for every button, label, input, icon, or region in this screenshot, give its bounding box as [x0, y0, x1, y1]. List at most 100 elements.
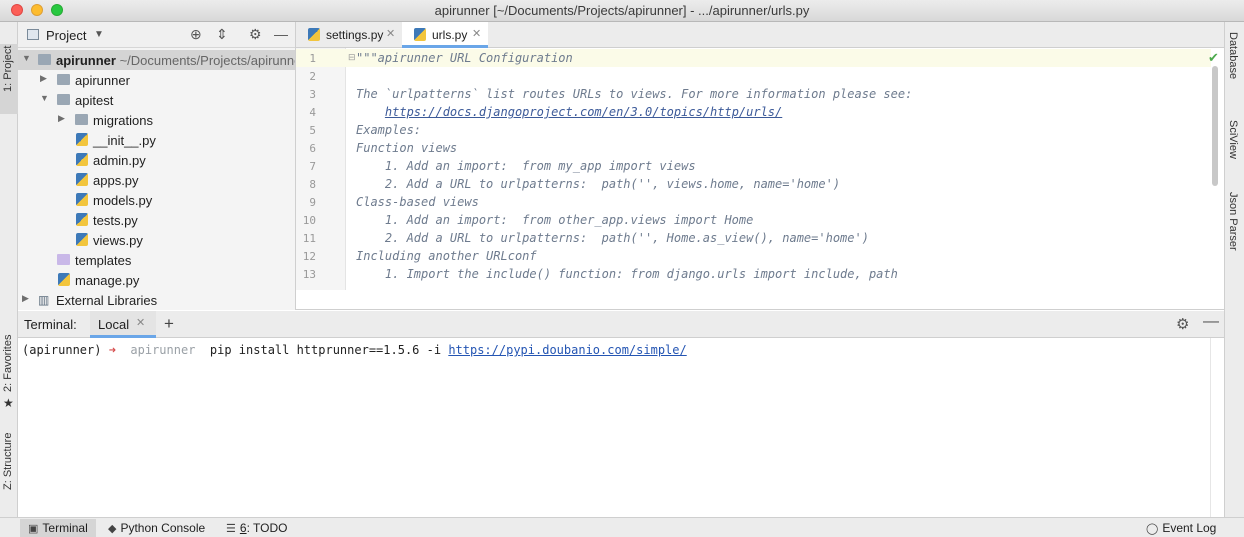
statusbar-event-log-button[interactable]: ◯ Event Log [1146, 521, 1216, 535]
tree-item-root[interactable]: ▼ apirunner ~/Documents/Projects/apirunn… [18, 50, 295, 70]
code-editor[interactable]: ⊟ 1 """apirunner URL Configuration 2 3 T… [296, 48, 1224, 290]
template-folder-icon [57, 254, 70, 265]
line-number: 8 [309, 178, 316, 191]
terminal-tab-local[interactable]: Local ✕ [90, 311, 156, 338]
tree-item-views-py[interactable]: views.py [18, 230, 295, 250]
tool-tab-favorites[interactable]: 2: Favorites ★ [0, 322, 18, 412]
statusbar-terminal-button[interactable]: ▣ Terminal [20, 519, 96, 537]
docs-link[interactable]: https://docs.djangoproject.com/en/3.0/to… [385, 105, 782, 119]
close-icon[interactable]: ✕ [472, 27, 481, 40]
speech-bubble-icon: ◯ [1146, 523, 1159, 535]
tool-tab-structure[interactable]: Z: Structure [0, 426, 18, 516]
tree-item-tests-py[interactable]: tests.py [18, 210, 295, 230]
project-view-selector[interactable]: Project [46, 28, 86, 43]
python-file-icon [76, 213, 88, 226]
command-url-link[interactable]: https://pypi.doubanio.com/simple/ [448, 343, 686, 357]
prompt-env: (apirunner) [22, 343, 102, 357]
code-line: Including another URLconf [356, 249, 537, 263]
collapsed-arrow-icon[interactable]: ▶ [58, 113, 65, 124]
statusbar-python-console-button[interactable]: ◆ Python Console [108, 521, 205, 535]
tree-item-apirunner[interactable]: ▶ apirunner [18, 70, 295, 90]
close-icon[interactable]: ✕ [136, 316, 145, 329]
line-number: 13 [302, 268, 316, 281]
line-number: 5 [309, 124, 316, 137]
tab-label: urls.py [432, 28, 468, 42]
tree-item-init-py[interactable]: __init__.py [18, 130, 295, 150]
code-line: 1. Add an import: from other_app.views i… [356, 213, 754, 227]
code-line: 1. Add an import: from my_app import vie… [356, 159, 696, 173]
tool-tab-structure-label: Z: Structure [2, 432, 14, 490]
tree-item-apps-py[interactable]: apps.py [18, 170, 295, 190]
close-icon[interactable]: ✕ [386, 27, 395, 40]
terminal-command-line: (apirunner) ➜ apirunner pip install http… [22, 343, 687, 357]
terminal-output[interactable]: (apirunner) ➜ apirunner pip install http… [18, 338, 1224, 517]
new-terminal-plus-icon[interactable]: + [164, 314, 174, 334]
tree-item-templates[interactable]: templates [18, 250, 295, 270]
project-panel-header: Project ▼ ⊕ ⇕ ⚙ — [18, 22, 295, 48]
tree-item-models-py[interactable]: models.py [18, 190, 295, 210]
line-number: 6 [309, 142, 316, 155]
terminal-icon: ▣ [28, 523, 39, 535]
tab-settings-py[interactable]: settings.py ✕ [296, 22, 402, 48]
chevron-down-icon[interactable]: ▼ [94, 29, 104, 40]
code-line: https://docs.djangoproject.com/en/3.0/to… [356, 105, 782, 119]
fold-icon[interactable]: ⊟ [348, 52, 356, 63]
code-line: """apirunner URL Configuration [356, 51, 573, 65]
python-console-icon: ◆ [108, 523, 117, 535]
locate-icon[interactable]: ⊕ [190, 26, 202, 43]
tool-tab-favorites-label: 2: Favorites [2, 334, 14, 392]
python-file-icon [76, 153, 88, 166]
line-number: 12 [302, 250, 316, 263]
code-line: Class-based views [356, 195, 479, 209]
code-line: 2. Add a URL to urlpatterns: path('', vi… [356, 177, 841, 191]
command-text: pip install httprunner==1.5.6 -i [209, 343, 442, 357]
folder-icon [57, 74, 70, 85]
tool-tab-project[interactable]: 1: Project [0, 44, 18, 114]
tree-item-label: templates [75, 253, 132, 268]
tree-item-admin-py[interactable]: admin.py [18, 150, 295, 170]
editor-scrollbar[interactable] [1212, 66, 1218, 186]
line-number: 10 [302, 214, 316, 227]
code-line: Examples: [356, 123, 422, 137]
collapsed-arrow-icon[interactable]: ▶ [40, 73, 47, 84]
minimize-panel-icon[interactable]: — [274, 26, 288, 42]
collapse-all-icon[interactable]: ⇕ [216, 26, 228, 43]
minimize-panel-icon[interactable]: — [1203, 313, 1219, 331]
tree-item-migrations[interactable]: ▶ migrations [18, 110, 295, 130]
statusbar-todo-button[interactable]: ☰ 6: TODO [226, 521, 287, 535]
gear-icon[interactable]: ⚙ [249, 26, 262, 43]
tree-item-label: manage.py [75, 273, 140, 288]
code-line: 2. Add a URL to urlpatterns: path('', Ho… [356, 231, 869, 245]
tree-item-label: apirunner [75, 73, 130, 88]
line-number: 11 [302, 232, 316, 245]
tree-item-apitest[interactable]: ▼ apitest [18, 90, 295, 110]
terminal-scrollbar[interactable] [1210, 338, 1224, 517]
right-tool-strip: Database SciView Json Parser [1224, 22, 1244, 517]
status-bar: ▣ Terminal ◆ Python Console ☰ 6: TODO ◯ Even… [0, 517, 1244, 537]
tree-item-label: apitest [75, 93, 114, 108]
tree-item-manage-py[interactable]: manage.py [18, 270, 295, 290]
expanded-arrow-icon[interactable]: ▼ [40, 93, 49, 103]
tab-urls-py[interactable]: urls.py ✕ [402, 22, 488, 48]
code-line: Function views [356, 141, 458, 155]
inspection-ok-icon[interactable]: ✔ [1208, 50, 1219, 66]
statusbar-todo-shortcut: 6 [239, 521, 247, 535]
tree-item-label: migrations [93, 113, 153, 128]
statusbar-terminal-label: Terminal [42, 521, 88, 535]
statusbar-todo-label: : TODO [246, 521, 288, 535]
python-file-icon [76, 233, 88, 246]
folder-icon [75, 114, 88, 125]
gear-icon[interactable]: ⚙ [1176, 315, 1189, 333]
code-line: 1. Import the include() function: from d… [356, 267, 898, 281]
tree-item-external-libraries[interactable]: ▶ ▥ External Libraries [18, 290, 295, 310]
tree-item-label: apps.py [93, 173, 139, 188]
python-file-icon [58, 273, 70, 286]
tree-item-label: models.py [93, 193, 153, 208]
tool-tab-sciview-label: SciView [1227, 120, 1239, 159]
expanded-arrow-icon[interactable]: ▼ [22, 53, 31, 63]
tree-item-label: External Libraries [56, 293, 158, 308]
prompt-arrow-icon: ➜ [108, 343, 116, 357]
list-icon: ☰ [226, 523, 236, 535]
collapsed-arrow-icon[interactable]: ▶ [22, 293, 29, 304]
python-file-icon [76, 173, 88, 186]
